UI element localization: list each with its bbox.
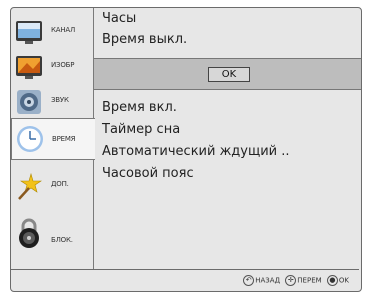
sidebar-item-extra[interactable]: ДОП. xyxy=(11,168,93,205)
sidebar-item-label: БЛОК. xyxy=(51,236,73,244)
sidebar-item-label: ВРЕМЯ xyxy=(52,135,76,143)
help-hints: ↶ НАЗАД ✛ ПЕРЕМ ● OK xyxy=(240,275,349,286)
menu-item-sleep-timer[interactable]: Таймер сна xyxy=(102,122,180,137)
clock-icon xyxy=(17,126,43,152)
ok-band: OK xyxy=(94,58,361,90)
ok-button[interactable]: OK xyxy=(208,67,250,82)
back-key-icon: ↶ xyxy=(243,275,255,286)
menu-item-off-time[interactable]: Время выкл. xyxy=(102,32,187,47)
footer-help-bar: ↶ НАЗАД ✛ ПЕРЕМ ● OK xyxy=(11,269,359,291)
sidebar-item-lock[interactable]: БЛОК. xyxy=(11,213,93,257)
sidebar-item-time[interactable]: ВРЕМЯ xyxy=(11,118,95,160)
menu-item-auto-standby[interactable]: Автоматический ждущий .. xyxy=(102,144,290,159)
menu-content: Часы Время выкл. OK Время вкл. Таймер сн… xyxy=(93,8,361,269)
sidebar-item-label: КАНАЛ xyxy=(51,26,76,34)
ok-hint: OK xyxy=(338,276,349,285)
sidebar-item-channel[interactable]: КАНАЛ xyxy=(11,14,93,51)
sidebar: КАНАЛ ИЗОБР ЗВУК ВРЕМЯ ДОП. БЛОК. xyxy=(11,8,95,269)
menu-item-on-time[interactable]: Время вкл. xyxy=(102,100,177,115)
menu-item-clock[interactable]: Часы xyxy=(102,11,136,26)
sidebar-item-label: ДОП. xyxy=(51,180,69,188)
star-wand-icon xyxy=(18,172,42,200)
move-hint: ПЕРЕМ xyxy=(297,276,322,285)
sidebar-item-label: ЗВУК xyxy=(51,96,69,104)
channel-icon xyxy=(16,21,42,44)
lock-icon xyxy=(19,218,39,248)
sidebar-item-label: ИЗОБР xyxy=(51,61,75,69)
ok-key-icon: ● xyxy=(326,275,338,286)
top-menu-list: Часы Время выкл. xyxy=(94,8,361,56)
menu-item-time-zone[interactable]: Часовой пояс xyxy=(102,166,194,181)
move-key-icon: ✛ xyxy=(285,275,297,286)
sidebar-item-picture[interactable]: ИЗОБР xyxy=(11,49,93,86)
picture-icon xyxy=(16,56,42,79)
back-hint: НАЗАД xyxy=(255,276,281,285)
sidebar-item-sound[interactable]: ЗВУК xyxy=(11,84,93,121)
sound-icon xyxy=(17,90,41,114)
